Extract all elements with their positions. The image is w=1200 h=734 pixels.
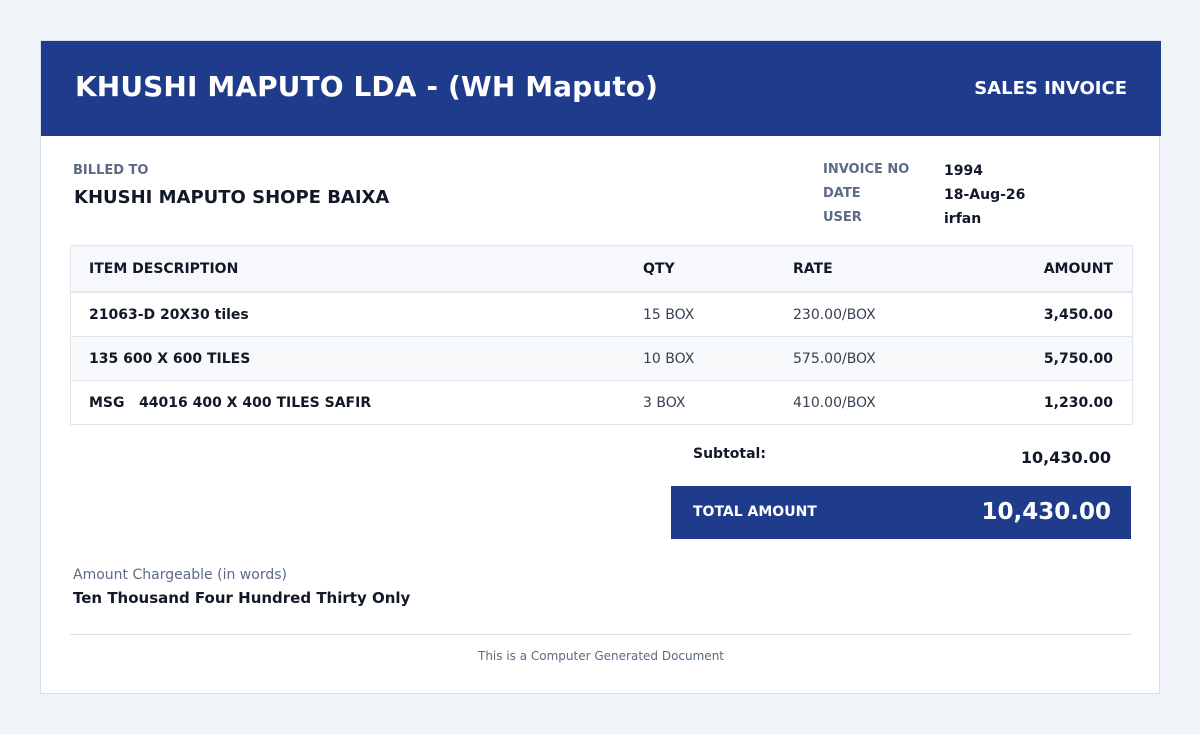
sales-invoice: KHUSHI MAPUTO LDA - (WH Maputo) SALES IN… [40,40,1161,694]
amount-in-words-label: Amount Chargeable (in words) [73,567,287,583]
column-header-rate: RATE [793,260,833,277]
item-description: 135 600 X 600 TILES [89,350,251,367]
table-header-row: ITEM DESCRIPTION QTY RATE AMOUNT [71,246,1132,292]
subtotal-value: 10,430.00 [1020,448,1111,467]
invoice-user-label: USER [823,210,862,225]
item-qty: 10 BOX [643,350,695,367]
item-qty: 3 BOX [643,394,686,411]
total-amount-value: 10,430.00 [981,499,1112,525]
item-code: MSG [89,394,125,411]
column-header-description: ITEM DESCRIPTION [89,260,239,277]
invoice-meta: INVOICE NO 1994 DATE 18-Aug-26 USER irfa… [823,162,1123,234]
table-row: 21063-D 20X30 tiles 15 BOX 230.00/BOX 3,… [71,292,1132,336]
invoice-date-label: DATE [823,186,861,201]
item-qty: 15 BOX [643,306,695,323]
invoice-number-row: INVOICE NO 1994 [823,162,1123,186]
amount-in-words: Ten Thousand Four Hundred Thirty Only [73,589,411,607]
item-amount: 3,450.00 [1043,306,1113,323]
column-header-qty: QTY [643,260,675,277]
billed-to-label: BILLED TO [73,163,149,178]
invoice-user: irfan [944,211,982,227]
table-row: 135 600 X 600 TILES 10 BOX 575.00/BOX 5,… [71,336,1132,380]
item-amount: 1,230.00 [1043,394,1113,411]
item-description-cell: MSG 44016 400 X 400 TILES SAFIR [89,381,371,424]
item-rate: 230.00/BOX [793,306,876,323]
table-row: MSG 44016 400 X 400 TILES SAFIR 3 BOX 41… [71,380,1132,424]
item-amount: 5,750.00 [1043,350,1113,367]
company-name: KHUSHI MAPUTO LDA - (WH Maputo) [75,70,659,103]
subtotal-label: Subtotal: [693,446,766,462]
item-rate: 410.00/BOX [793,394,876,411]
item-description: 21063-D 20X30 tiles [89,306,249,323]
column-header-amount: AMOUNT [1043,260,1113,277]
billed-to-name: KHUSHI MAPUTO SHOPE BAIXA [74,187,390,208]
footer-note: This is a Computer Generated Document [477,649,725,663]
invoice-number-label: INVOICE NO [823,162,910,177]
invoice-header: KHUSHI MAPUTO LDA - (WH Maputo) SALES IN… [41,41,1161,136]
total-amount-box: TOTAL AMOUNT 10,430.00 [671,486,1131,539]
invoice-date-row: DATE 18-Aug-26 [823,186,1123,210]
item-rate: 575.00/BOX [793,350,876,367]
item-description: 44016 400 X 400 TILES SAFIR [139,394,372,411]
document-type: SALES INVOICE [974,78,1127,99]
total-amount-label: TOTAL AMOUNT [693,504,817,520]
invoice-date: 18-Aug-26 [944,187,1026,203]
invoice-number: 1994 [944,163,983,179]
invoice-user-row: USER irfan [823,210,1123,234]
footer-divider [70,634,1131,635]
invoice-items-table: ITEM DESCRIPTION QTY RATE AMOUNT 21063-D… [70,245,1133,425]
